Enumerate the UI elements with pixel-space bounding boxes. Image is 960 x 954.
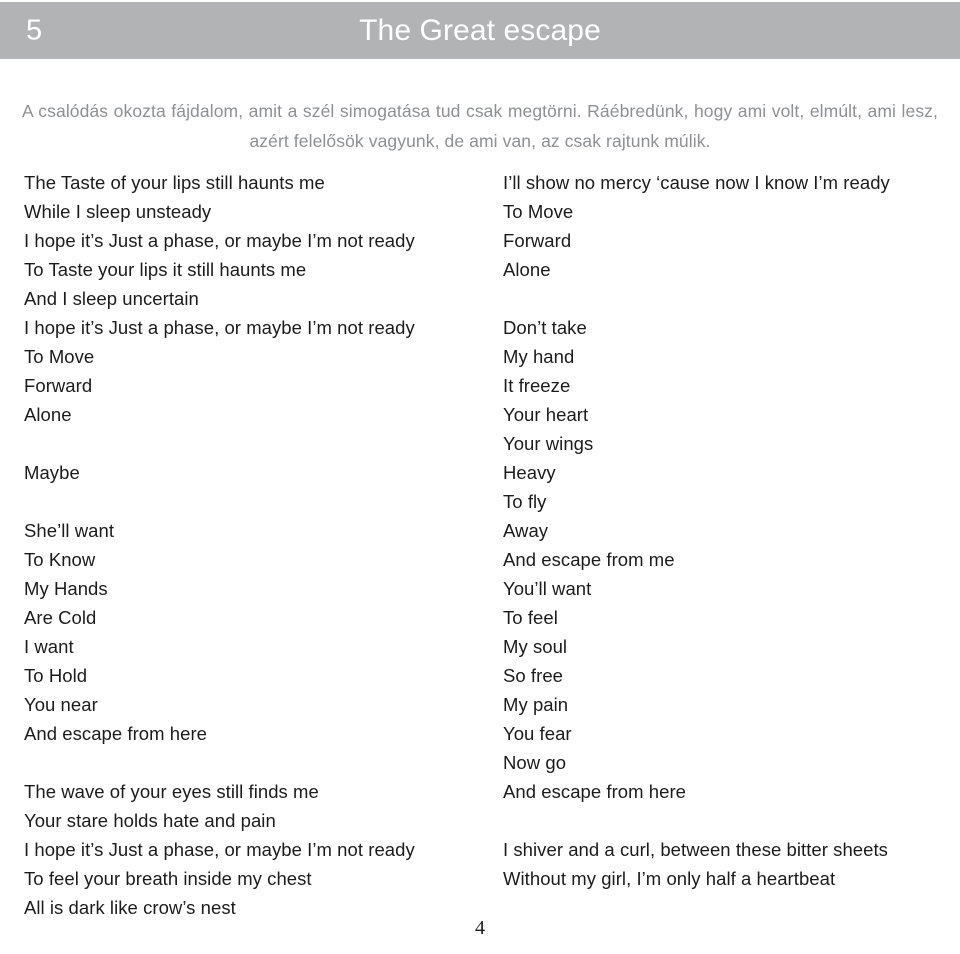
lyric-line: Maybe bbox=[24, 462, 80, 483]
epigraph-quote: A csalódás okozta fájdalom, amit a szél … bbox=[22, 100, 938, 151]
lyric-line: And escape from here bbox=[503, 781, 687, 802]
lyric-line: The wave of your eyes still finds me bbox=[24, 781, 319, 802]
lyric-line: To Know bbox=[24, 549, 96, 570]
lyrics-column-left: The Taste of your lips still haunts me Wh… bbox=[24, 168, 476, 922]
lyric-line: I want bbox=[24, 636, 74, 657]
lyric-line: To Move bbox=[503, 201, 574, 222]
lyric-line: To feel bbox=[503, 607, 558, 628]
lyric-stanza: The Taste of your lips still haunts me Wh… bbox=[24, 168, 476, 429]
lyrics-column-right: I’ll show no mercy ‘cause now I know I’m… bbox=[503, 168, 943, 893]
lyric-stanza: I’ll show no mercy ‘cause now I know I’m… bbox=[503, 168, 943, 284]
lyric-line: Now go bbox=[503, 752, 567, 773]
lyric-stanza: I shiver and a curl, between these bitte… bbox=[503, 835, 943, 893]
lyric-line: To feel your breath inside my chest bbox=[24, 868, 312, 889]
lyric-line: You near bbox=[24, 694, 98, 715]
lyric-line: Alone bbox=[24, 404, 72, 425]
lyric-line: Forward bbox=[503, 230, 572, 251]
lyric-line: To Hold bbox=[24, 665, 88, 686]
lyric-line: Alone bbox=[503, 259, 551, 280]
lyric-line: Away bbox=[503, 520, 549, 541]
lyric-line: I’ll show no mercy ‘cause now I know I’m… bbox=[503, 172, 890, 193]
lyric-line: My hand bbox=[503, 346, 575, 367]
lyric-line: The Taste of your lips still haunts me bbox=[24, 172, 325, 193]
page-title: The Great escape bbox=[359, 13, 601, 47]
lyric-line: Your heart bbox=[503, 404, 589, 425]
page-number: 4 bbox=[475, 917, 485, 939]
lyric-line: So free bbox=[503, 665, 563, 686]
lyric-line: I shiver and a curl, between these bitte… bbox=[503, 839, 888, 860]
lyric-stanza: The wave of your eyes still finds me Your… bbox=[24, 777, 476, 922]
lyric-line: Don’t take bbox=[503, 317, 587, 338]
lyric-line: To Move bbox=[24, 346, 95, 367]
lyric-line: It freeze bbox=[503, 375, 571, 396]
lyric-stanza: Maybe bbox=[24, 458, 476, 487]
lyric-line: I hope it’s Just a phase, or maybe I’m n… bbox=[24, 317, 415, 338]
lyric-line: To Taste your lips it still haunts me bbox=[24, 259, 307, 280]
lyric-line: My pain bbox=[503, 694, 569, 715]
lyric-stanza: She’ll want To Know My Hands Are Cold I want… bbox=[24, 516, 476, 748]
lyric-line: And I sleep uncertain bbox=[24, 288, 199, 309]
lyric-line: My Hands bbox=[24, 578, 108, 599]
lyric-stanza: Don’t take My hand It freeze Your heart Your… bbox=[503, 313, 943, 806]
lyric-line: Your stare holds hate and pain bbox=[24, 810, 276, 831]
lyric-line: Your wings bbox=[503, 433, 594, 454]
lyric-line: I hope it’s Just a phase, or maybe I’m n… bbox=[24, 839, 415, 860]
lyric-line: Without my girl, I’m only half a heartbe… bbox=[503, 868, 836, 889]
lyric-line: Are Cold bbox=[24, 607, 97, 628]
lyric-line: She’ll want bbox=[24, 520, 115, 541]
lyric-line: Forward bbox=[24, 375, 93, 396]
page-header-bar: 5 The Great escape bbox=[0, 2, 960, 59]
lyric-line: While I sleep unsteady bbox=[24, 201, 212, 222]
lyric-line: You’ll want bbox=[503, 578, 592, 599]
lyric-line: And escape from me bbox=[503, 549, 675, 570]
lyric-line: I hope it’s Just a phase, or maybe I’m n… bbox=[24, 230, 415, 251]
lyric-line: You fear bbox=[503, 723, 572, 744]
lyric-line: And escape from here bbox=[24, 723, 208, 744]
lyric-line: My soul bbox=[503, 636, 568, 657]
lyric-line: To fly bbox=[503, 491, 547, 512]
lyric-line: Heavy bbox=[503, 462, 556, 483]
